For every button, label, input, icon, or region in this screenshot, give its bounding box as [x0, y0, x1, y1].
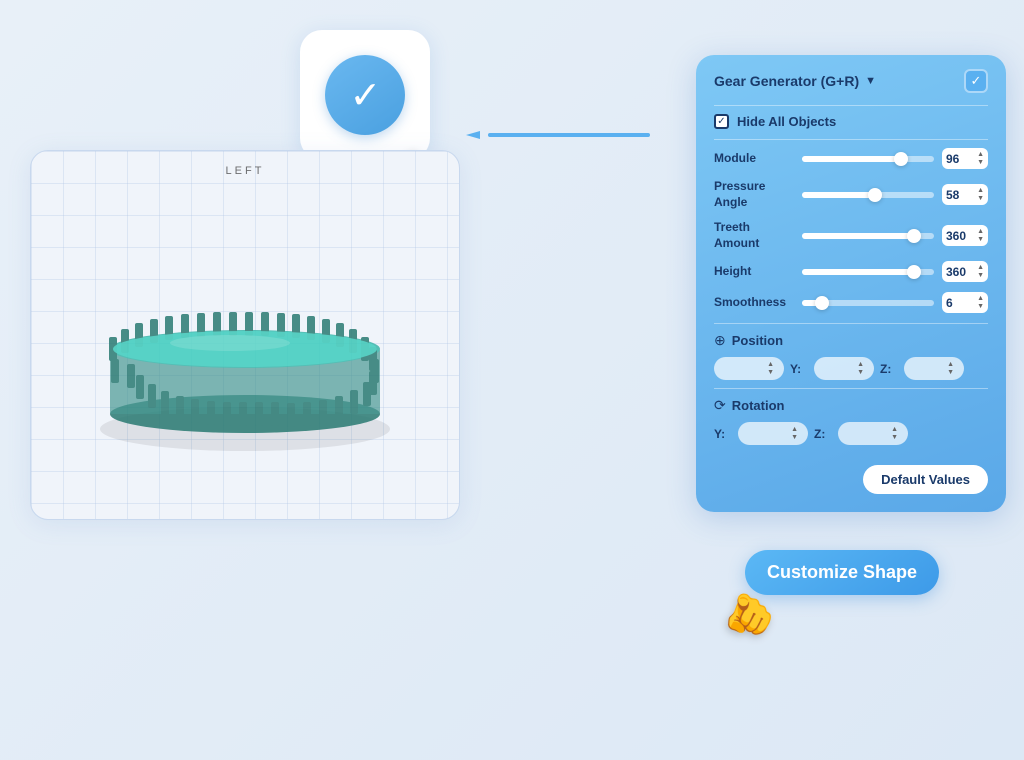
teeth-amount-increment[interactable]: ▲: [977, 228, 984, 235]
pressure-angle-label: PressureAngle: [714, 179, 794, 210]
height-decrement[interactable]: ▼: [977, 272, 984, 279]
height-increment[interactable]: ▲: [977, 264, 984, 271]
smoothness-value[interactable]: 6 ▲ ▼: [942, 292, 988, 313]
hide-all-row: ✓ Hide All Objects: [714, 114, 988, 129]
panel-divider-1: [714, 105, 988, 106]
viewport-panel: LEFT: [30, 150, 460, 520]
height-row: Height 360 ▲ ▼: [714, 261, 988, 282]
rotation-section-row: ⟳ Rotation: [714, 397, 988, 414]
pressure-angle-decrement[interactable]: ▼: [977, 195, 984, 202]
panel-title-text: Gear Generator (G+R): [714, 73, 859, 89]
position-xyz-row: ▲ ▼ Y: ▲ ▼ Z: ▲ ▼: [714, 357, 988, 380]
rotation-z-input[interactable]: ▲ ▼: [838, 422, 908, 445]
module-slider[interactable]: [802, 156, 934, 162]
teeth-amount-value[interactable]: 360 ▲ ▼: [942, 225, 988, 246]
rotation-xyz-row: Y: ▲ ▼ Z: ▲ ▼: [714, 422, 988, 445]
teeth-amount-row: TreethAmount 360 ▲ ▼: [714, 220, 988, 251]
pressure-angle-value[interactable]: 58 ▲ ▼: [942, 184, 988, 205]
rotation-y-label: Y:: [714, 427, 732, 441]
panel-title: Gear Generator (G+R) ▼: [714, 73, 876, 89]
customize-shape-label: Customize Shape: [767, 562, 917, 582]
rotation-label: Rotation: [732, 398, 785, 413]
panel-header: Gear Generator (G+R) ▼ ✓: [714, 69, 988, 93]
panel-divider-4: [714, 388, 988, 389]
module-label: Module: [714, 151, 794, 167]
customize-shape-tooltip: Customize Shape: [745, 550, 939, 595]
height-slider[interactable]: [802, 269, 934, 275]
module-increment[interactable]: ▲: [977, 151, 984, 158]
teeth-amount-decrement[interactable]: ▼: [977, 236, 984, 243]
confirm-card: ✓ 🫵: [300, 30, 430, 160]
smoothness-label: Smoothness: [714, 295, 794, 311]
position-x-input[interactable]: ▲ ▼: [714, 357, 784, 380]
smoothness-increment[interactable]: ▲: [977, 295, 984, 302]
panel-divider-3: [714, 323, 988, 324]
viewport-label: LEFT: [226, 165, 265, 177]
pressure-angle-row: PressureAngle 58 ▲ ▼: [714, 179, 988, 210]
smoothness-decrement[interactable]: ▼: [977, 303, 984, 310]
position-z-input[interactable]: ▲ ▼: [904, 357, 964, 380]
position-icon: ⊕: [714, 332, 726, 349]
module-row: Module 96 ▲ ▼: [714, 148, 988, 169]
panel-dropdown-icon[interactable]: ▼: [865, 75, 876, 87]
height-label: Height: [714, 264, 794, 280]
rotation-icon: ⟳: [714, 397, 726, 414]
hide-all-label: Hide All Objects: [737, 114, 836, 129]
panel-divider-2: [714, 139, 988, 140]
pressure-angle-slider[interactable]: [802, 192, 934, 198]
position-z-label: Z:: [880, 362, 898, 376]
rotation-z-label: Z:: [814, 427, 832, 441]
hide-all-checkbox[interactable]: ✓: [714, 114, 729, 129]
teeth-amount-label: TreethAmount: [714, 220, 794, 251]
gear-generator-panel: Gear Generator (G+R) ▼ ✓ ✓ Hide All Obje…: [696, 55, 1006, 512]
position-y-label: Y:: [790, 362, 808, 376]
teeth-amount-slider[interactable]: [802, 233, 934, 239]
confirm-checkmark: ✓: [325, 55, 405, 135]
gear-container: [85, 219, 405, 479]
position-label: Position: [732, 333, 783, 348]
pressure-angle-increment[interactable]: ▲: [977, 187, 984, 194]
smoothness-slider[interactable]: [802, 300, 934, 306]
position-y-input[interactable]: ▲ ▼: [814, 357, 874, 380]
module-value[interactable]: 96 ▲ ▼: [942, 148, 988, 169]
smoothness-row: Smoothness 6 ▲ ▼: [714, 292, 988, 313]
panel-confirm-icon[interactable]: ✓: [964, 69, 988, 93]
module-decrement[interactable]: ▼: [977, 159, 984, 166]
default-values-button[interactable]: Default Values: [863, 465, 988, 494]
rotation-y-input[interactable]: ▲ ▼: [738, 422, 808, 445]
position-section-row: ⊕ Position: [714, 332, 988, 349]
height-value[interactable]: 360 ▲ ▼: [942, 261, 988, 282]
